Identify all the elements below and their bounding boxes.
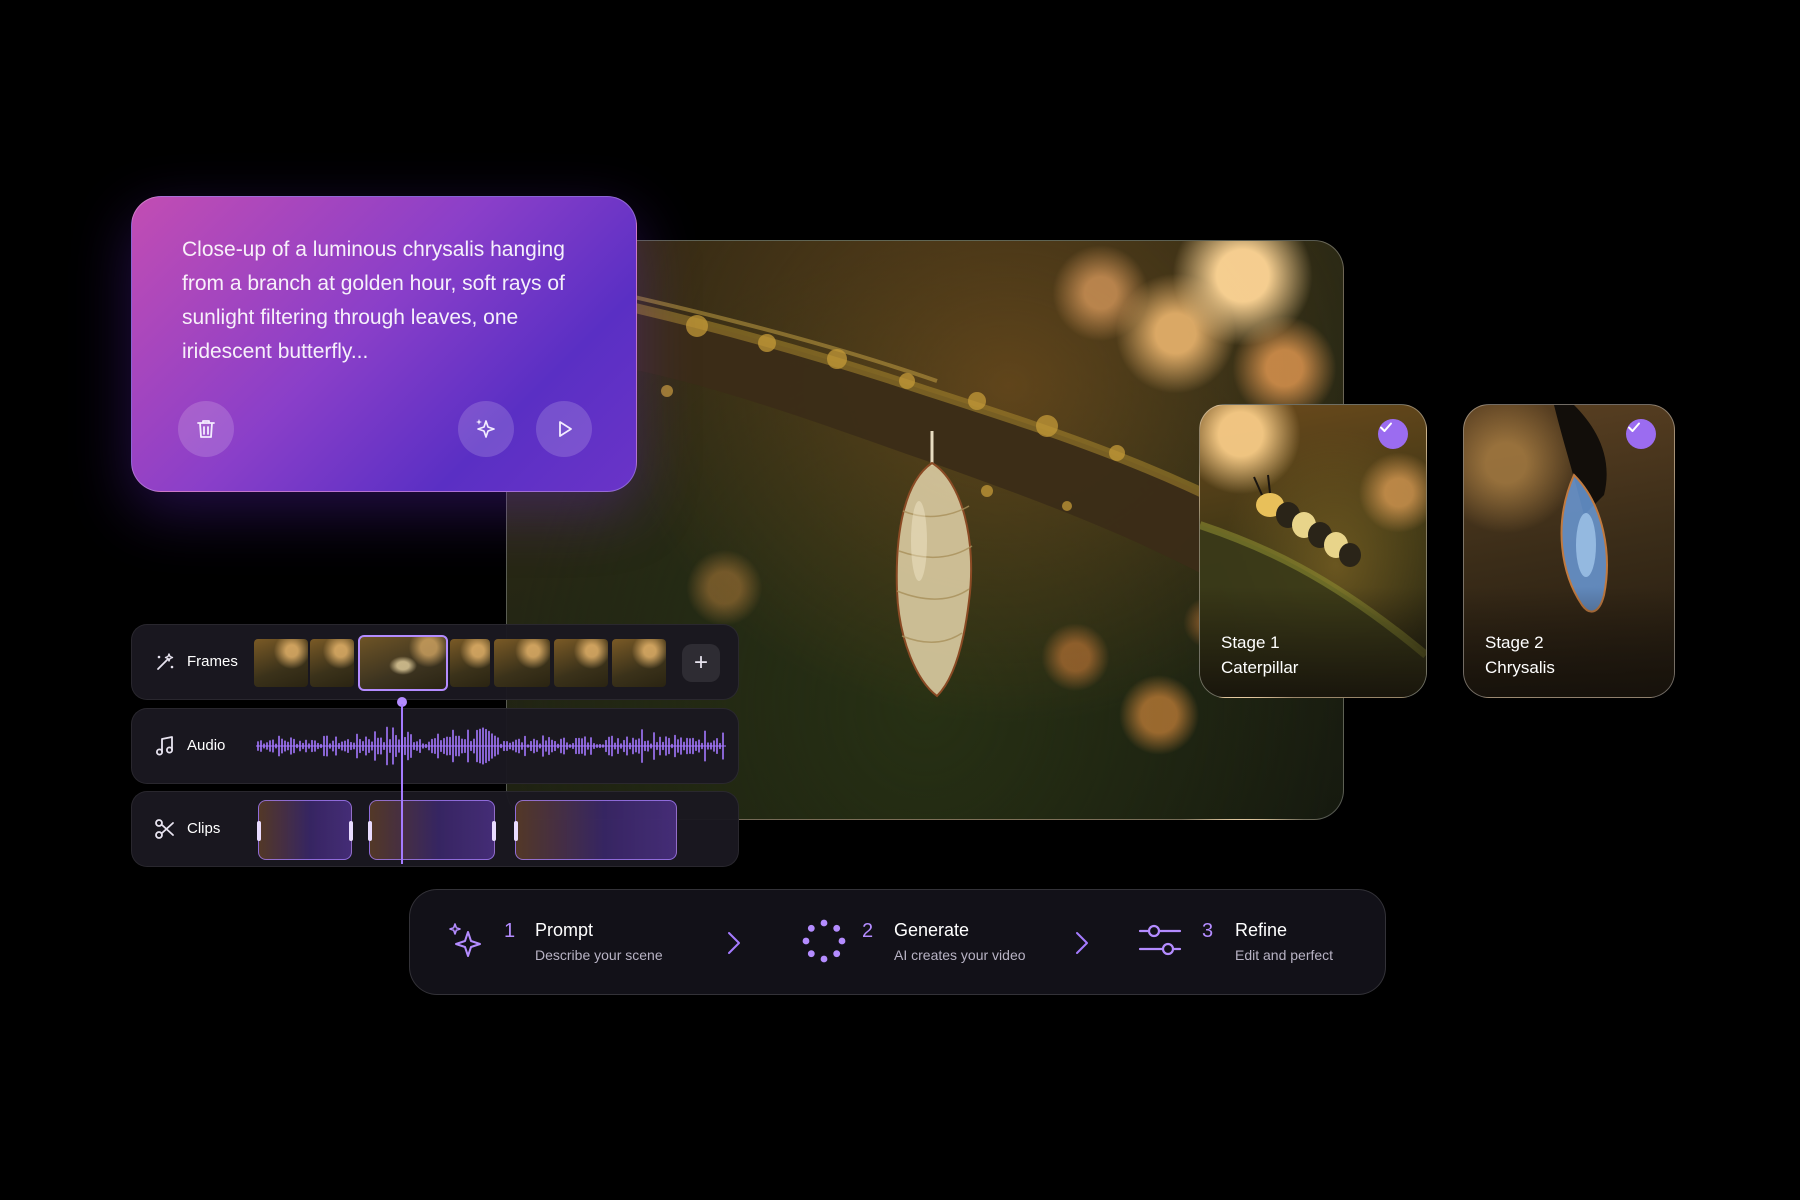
loading-dots-icon	[802, 919, 846, 963]
step-number: 3	[1202, 920, 1214, 942]
clips-track: Clips	[131, 791, 739, 867]
clip-handle-left[interactable]	[514, 821, 518, 841]
sparkles-icon	[476, 419, 495, 438]
scissors-icon	[155, 819, 174, 839]
selected-check[interactable]	[1626, 419, 1656, 449]
step-description: Describe your scene	[535, 947, 663, 963]
audio-waveform[interactable]	[256, 721, 726, 771]
frame-thumbnail[interactable]	[310, 639, 354, 687]
clip-segment[interactable]	[514, 800, 677, 860]
enhance-button[interactable]	[458, 401, 514, 457]
frames-label: Frames	[187, 653, 238, 670]
stage-card-chrysalis[interactable]: Stage 2 Chrysalis	[1463, 404, 1675, 698]
audio-label: Audio	[187, 737, 226, 754]
clip-handle-left[interactable]	[257, 821, 261, 841]
step-number: 2	[862, 920, 874, 942]
prompt-text[interactable]: Close-up of a luminous chrysalis hanging…	[182, 233, 602, 369]
clip-handle-right[interactable]	[492, 821, 496, 841]
check-icon	[1380, 422, 1392, 432]
sparkles-icon	[449, 923, 481, 957]
stage-card-caterpillar[interactable]: Stage 1 Caterpillar	[1199, 404, 1427, 698]
stage-number: Stage 1	[1221, 633, 1280, 652]
stage-name: Chrysalis	[1485, 658, 1555, 677]
add-frame-button[interactable]: +	[682, 644, 720, 682]
frame-thumbnail[interactable]	[554, 639, 608, 687]
frame-thumbnail[interactable]	[612, 639, 666, 687]
frame-thumbnail[interactable]	[254, 639, 308, 687]
playhead[interactable]	[401, 704, 403, 864]
stage-name: Caterpillar	[1221, 658, 1299, 677]
frame-thumbnail[interactable]	[450, 639, 490, 687]
clip-segment[interactable]	[257, 800, 353, 860]
selected-check[interactable]	[1378, 419, 1408, 449]
sliders-icon	[1138, 924, 1182, 956]
delete-button[interactable]	[178, 401, 234, 457]
trash-icon	[197, 420, 215, 438]
chevron-right-icon	[1076, 932, 1088, 954]
frame-thumbnail[interactable]	[494, 639, 550, 687]
audio-track: Audio	[131, 708, 739, 784]
step-description: AI creates your video	[894, 947, 1026, 963]
prompt-card: Close-up of a luminous chrysalis hanging…	[131, 196, 637, 492]
music-note-icon	[156, 736, 173, 756]
play-button[interactable]	[536, 401, 592, 457]
clip-handle-right[interactable]	[349, 821, 353, 841]
magic-wand-icon	[157, 653, 174, 670]
chevron-right-icon	[728, 932, 740, 954]
frames-track: Frames +	[131, 624, 739, 700]
clips-label: Clips	[187, 820, 221, 837]
step-title: Prompt	[535, 920, 594, 940]
stage-number: Stage 2	[1485, 633, 1544, 652]
clip-segment[interactable]	[368, 800, 496, 860]
step-number: 1	[504, 920, 516, 942]
clip-handle-left[interactable]	[368, 821, 372, 841]
step-title: Generate	[894, 920, 970, 940]
workflow-steps: 1 Prompt Describe your scene 2 Generate …	[409, 889, 1386, 995]
check-icon	[1628, 422, 1640, 432]
play-icon	[559, 421, 572, 437]
step-description: Edit and perfect	[1235, 947, 1334, 963]
step-title: Refine	[1235, 920, 1288, 940]
frame-thumbnail-selected[interactable]	[358, 635, 448, 691]
